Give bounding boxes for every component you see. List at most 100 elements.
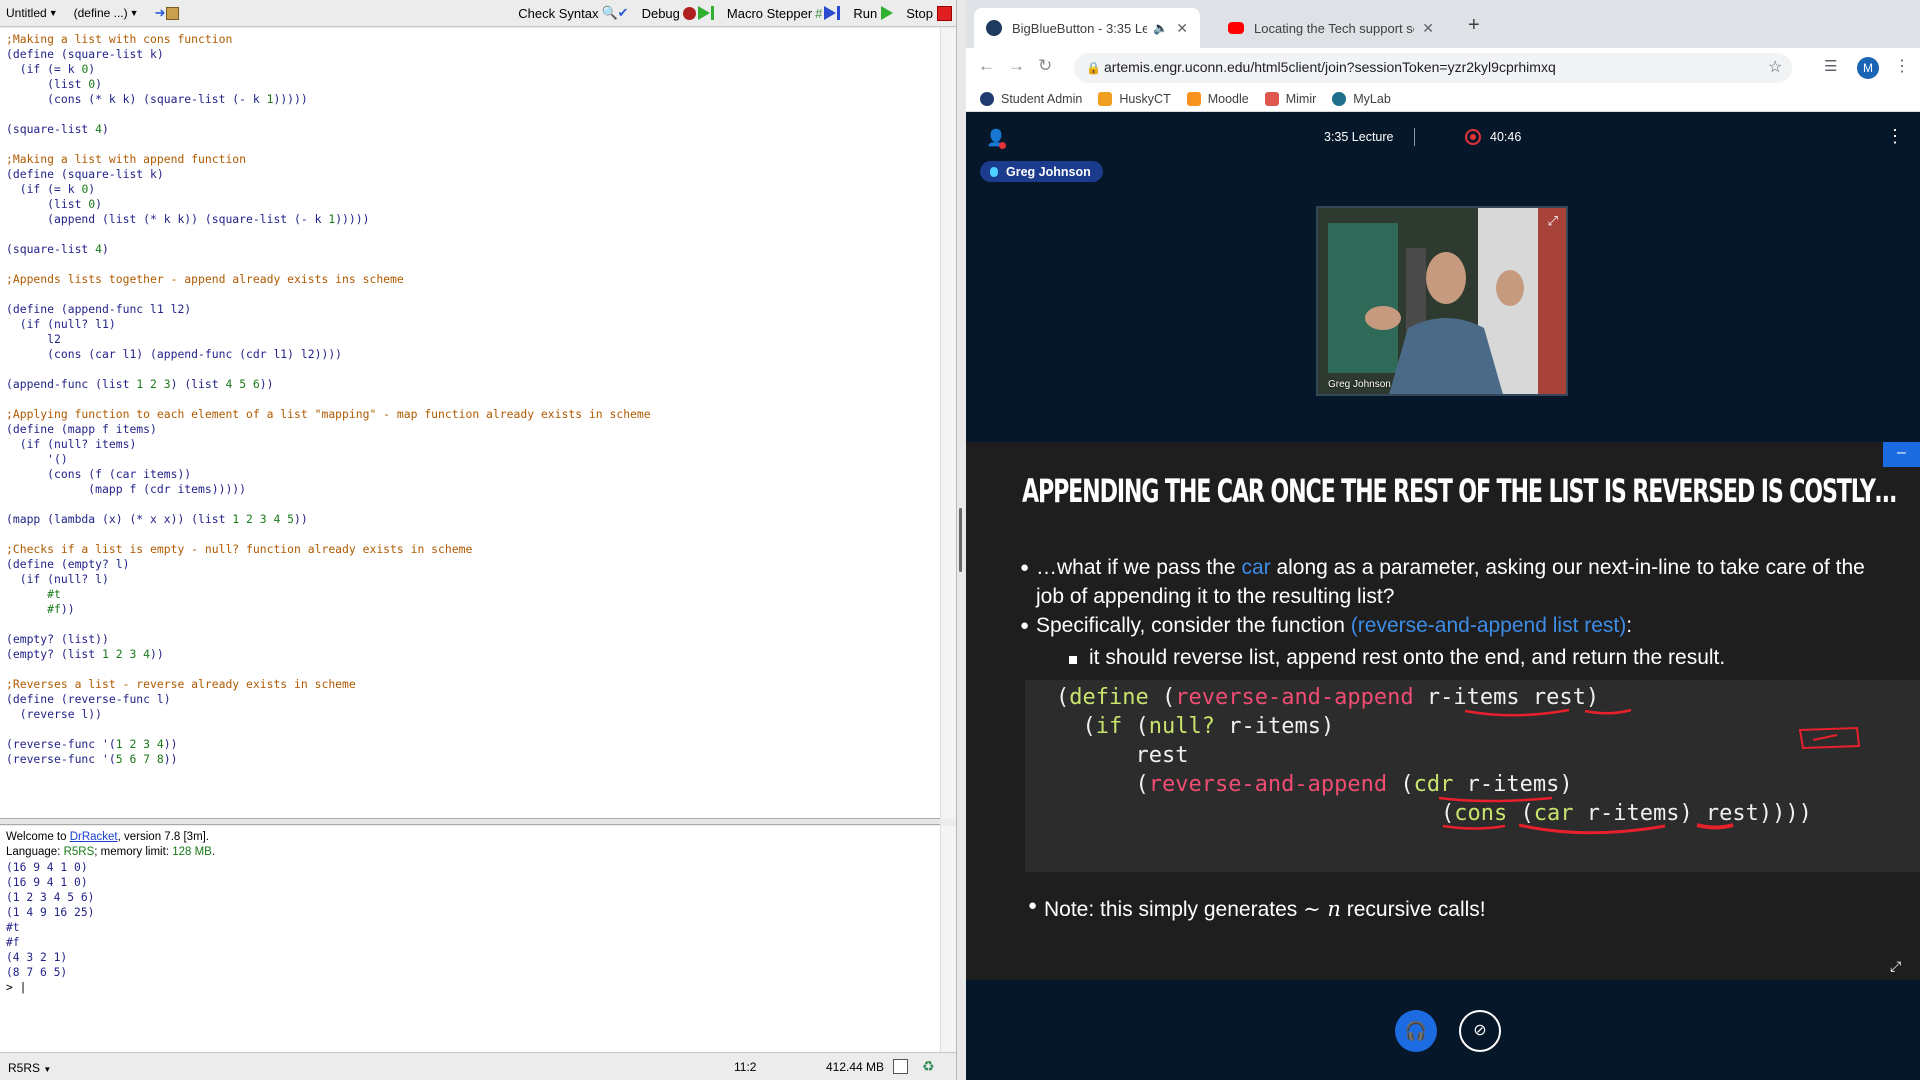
code-line: ;Making a list with cons function <box>6 32 940 47</box>
pane-divider[interactable] <box>0 819 940 825</box>
definitions-scrollbar[interactable] <box>940 28 956 819</box>
output-line: #t <box>6 921 20 934</box>
code-line: ;Applying function to each element of a … <box>6 407 940 422</box>
split-handle[interactable] <box>959 508 962 572</box>
person-hand-right <box>1496 270 1524 306</box>
code-line: (list 0) <box>6 197 940 212</box>
avatar[interactable]: M <box>1857 57 1879 79</box>
speaker-icon[interactable]: 🔈 <box>1153 21 1168 35</box>
tab-bigbluebutton[interactable]: BigBlueButton - 3:35 Lectu 🔈 ✕ <box>974 8 1200 48</box>
minimize-presentation-button[interactable]: – <box>1883 442 1920 467</box>
language-line: Language: R5RS; memory limit: 128 MB. <box>6 846 216 858</box>
meeting-title: 3:35 Lecture <box>1324 130 1394 144</box>
reload-icon[interactable]: ↻ <box>1038 56 1052 76</box>
code-segment: (mapp (lambda (x) (* x x)) (list <box>6 512 233 526</box>
bullet-dot: ● <box>1028 897 1038 914</box>
code-segment: ) (list <box>170 377 226 391</box>
run-button[interactable]: Run <box>853 6 894 21</box>
code-segment: ))))) <box>335 212 370 226</box>
headphones-icon: 🎧 <box>1404 1021 1428 1041</box>
code-segment: 1 2 3 <box>136 377 171 391</box>
fullscreen-icon[interactable]: ⤢ <box>1890 958 1901 975</box>
code-segment: 4 <box>95 122 103 136</box>
forward-icon[interactable]: → <box>1008 56 1025 76</box>
code-segment: l2 <box>6 332 61 346</box>
define-menu[interactable]: (define ...) ▼ <box>74 6 139 20</box>
chevron-down-icon: ▼ <box>43 1065 52 1074</box>
chevron-down-icon: ▼ <box>48 8 58 18</box>
sub-bullet-text: it should reverse list, append rest onto… <box>1089 646 1726 669</box>
output-line: (8 7 6 5) <box>6 966 68 979</box>
recycle-icon: ♻ <box>922 1058 935 1074</box>
close-icon[interactable]: ✕ <box>1422 20 1434 37</box>
debug-button[interactable]: Debug <box>642 6 714 21</box>
microphone-icon <box>990 166 998 177</box>
macro-stepper-button[interactable]: Macro Stepper # <box>727 6 841 21</box>
more-icon[interactable]: ⋮ <box>1894 56 1910 76</box>
lock-icon[interactable]: 🔒 <box>1086 61 1101 75</box>
webcam-video[interactable]: Greg Johnson ⤢ <box>1316 206 1568 396</box>
bullet-text: Specifically, consider the function <box>1036 614 1351 637</box>
new-tab-icon[interactable]: + <box>1468 14 1480 37</box>
interactions-pane[interactable]: Welcome to DrRacket, version 7.8 [3m]. L… <box>0 826 940 1052</box>
bookmark-student-admin[interactable]: Student Admin <box>980 91 1082 106</box>
note-text: Note: this simply generates <box>1044 898 1304 921</box>
file-menu[interactable]: Untitled ▼ <box>6 6 58 20</box>
language-selector[interactable]: R5RS ▼ <box>8 1061 51 1075</box>
tab-youtube[interactable]: Locating the Tech support scar ✕ <box>1216 8 1446 48</box>
code-line: (append-func (list 1 2 3) (list 4 5 6)) <box>6 377 940 392</box>
code-segment: (define (mapp f items) <box>6 422 157 436</box>
code-segment: (cons (* k k) (square-list (- k <box>6 92 267 106</box>
code-line: (cons (f (car items)) <box>6 467 940 482</box>
bookmark-mylab[interactable]: MyLab <box>1332 91 1391 106</box>
save-button[interactable]: ➜ <box>155 5 180 21</box>
recording-icon[interactable] <box>1465 129 1481 145</box>
address-bar[interactable]: artemis.engr.uconn.edu/html5client/join?… <box>1074 53 1792 83</box>
annotation-underline <box>1584 708 1632 715</box>
code-segment: (empty? (list)) <box>6 632 109 646</box>
repl-prompt[interactable]: > | <box>6 980 940 995</box>
star-icon[interactable]: ☆ <box>1768 57 1782 77</box>
interactions-scrollbar[interactable] <box>940 826 956 1052</box>
options-icon[interactable]: ⋮ <box>1886 126 1904 147</box>
bullet-highlight: car <box>1241 556 1271 579</box>
close-icon[interactable]: ✕ <box>1176 20 1188 37</box>
code-segment: 1 2 3 4 <box>102 647 151 661</box>
code-segment: (if (null? items) <box>6 437 137 451</box>
code-line: (define (square-list k) <box>6 167 940 182</box>
bigbluebutton-favicon-icon <box>986 20 1002 36</box>
code-segment: (if (= k <box>6 62 82 76</box>
audio-button[interactable]: 🎧 <box>1395 1010 1437 1052</box>
drracket-link[interactable]: DrRacket <box>70 831 118 843</box>
code-segment: ;Applying function to each element of a … <box>6 407 651 421</box>
slide-note: ● Note: this simply generates ∼ n recursi… <box>1028 897 1486 922</box>
code-line: ;Making a list with append function <box>6 152 940 167</box>
talker-name: Greg Johnson <box>1006 164 1091 179</box>
reading-list-icon[interactable]: ☰ <box>1824 57 1837 75</box>
code-line: (square-list 4) <box>6 242 940 257</box>
code-segment: #t <box>47 587 61 601</box>
check-syntax-button[interactable]: Check Syntax 🔍 ✔ <box>518 5 628 21</box>
code-line: (if (null? l1) <box>6 317 940 332</box>
code-segment: (reverse-func '( <box>6 737 116 751</box>
code-segment: (append (list (* k k)) (square-list (- k <box>6 212 329 226</box>
code-segment: (if (null? l1) <box>6 317 116 331</box>
bookmark-moodle[interactable]: Moodle <box>1186 91 1249 106</box>
checkmark-icon: ✔ <box>617 5 629 20</box>
code-line: (empty? (list 1 2 3 4)) <box>6 647 940 662</box>
bookmark-label: Moodle <box>1207 91 1249 106</box>
note-text: recursive calls! <box>1340 898 1486 921</box>
expand-icon[interactable]: ⤢ <box>1548 213 1558 229</box>
definitions-editor[interactable]: ;Making a list with cons function (define… <box>0 28 940 819</box>
back-icon[interactable]: ← <box>978 56 995 76</box>
status-language: R5RS <box>8 1061 41 1075</box>
room-wall-right <box>1538 208 1566 394</box>
bookmark-huskyct[interactable]: HuskyCT <box>1098 91 1171 106</box>
video-button[interactable]: ⊘ <box>1459 1010 1501 1052</box>
stop-button[interactable]: Stop <box>906 5 952 21</box>
bookmark-mimir[interactable]: Mimir <box>1264 91 1316 106</box>
memory-usage: 412.44 MB <box>826 1060 885 1074</box>
code-line: (square-list 4) <box>6 122 940 137</box>
